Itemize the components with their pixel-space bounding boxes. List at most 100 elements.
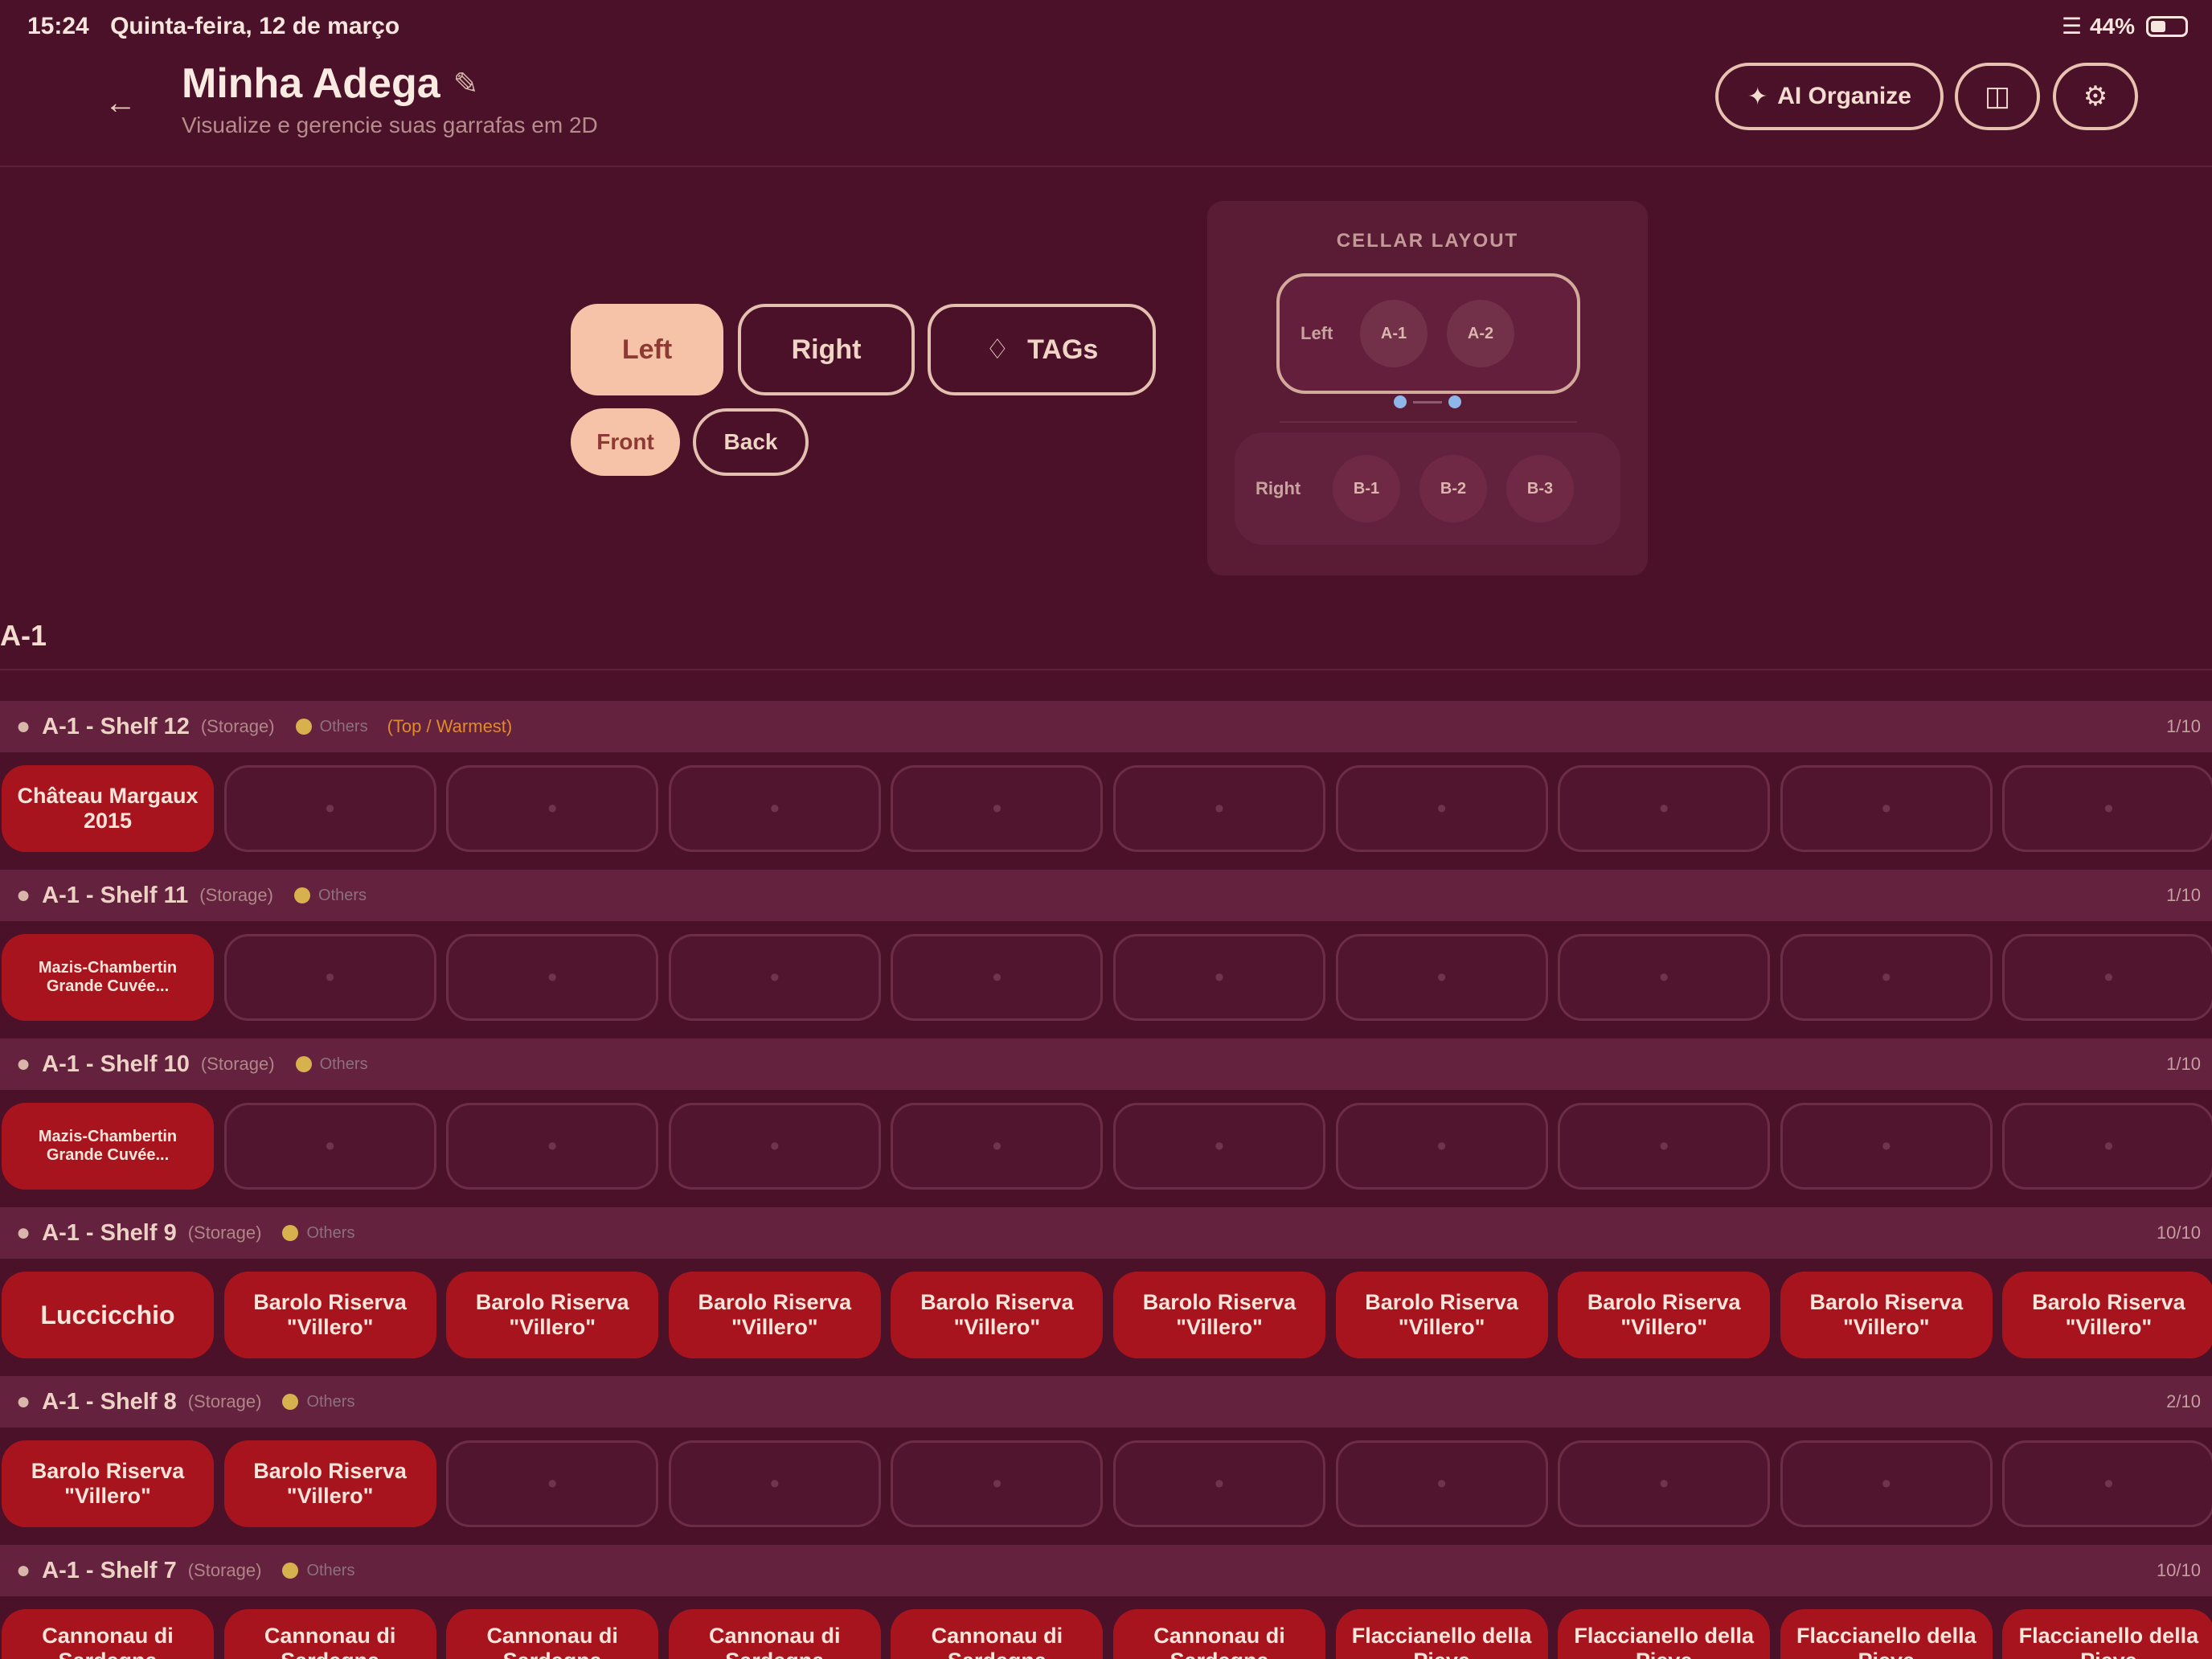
tag-dot-icon xyxy=(282,1563,299,1579)
layout-row-right[interactable]: Right B-1 B-2 B-3 xyxy=(1235,432,1620,545)
bottle-slot[interactable]: Barolo Riserva "Villero" xyxy=(2,1440,214,1527)
empty-slot[interactable]: • xyxy=(1113,1440,1325,1527)
shelf-type: (Storage) xyxy=(187,1560,262,1580)
bottle-placeholder-icon: • xyxy=(1881,1130,1891,1161)
empty-slot[interactable]: • xyxy=(446,934,659,1021)
empty-slot[interactable]: • xyxy=(1335,934,1548,1021)
bottle-slot[interactable]: Barolo Riserva "Villero" xyxy=(891,1272,1104,1358)
empty-slot[interactable]: • xyxy=(668,934,881,1021)
empty-slot[interactable]: • xyxy=(446,1440,659,1527)
empty-slot[interactable]: • xyxy=(891,765,1104,852)
shelf-name: A-1 - Shelf 12 xyxy=(42,713,190,739)
cube-button[interactable]: ◫ xyxy=(1955,63,2040,130)
empty-slot[interactable]: • xyxy=(2002,1103,2212,1190)
empty-slot[interactable]: • xyxy=(223,765,436,852)
empty-slot[interactable]: • xyxy=(668,1103,881,1190)
empty-slot[interactable]: • xyxy=(1558,1103,1771,1190)
empty-slot[interactable]: • xyxy=(668,765,881,852)
bottle-slot[interactable]: Cannonau di Sardegna xyxy=(668,1609,881,1659)
bottle-slot[interactable]: Barolo Riserva "Villero" xyxy=(2002,1272,2212,1358)
empty-slot[interactable]: • xyxy=(1335,765,1548,852)
empty-slot[interactable]: • xyxy=(1335,1103,1548,1190)
empty-slot[interactable]: • xyxy=(1558,765,1771,852)
empty-slot[interactable]: • xyxy=(1113,934,1325,1021)
empty-slot[interactable]: • xyxy=(2002,765,2212,852)
bottle-slot[interactable]: Cannonau di Sardegna xyxy=(446,1609,659,1659)
shelf-header[interactable]: ● A-1 - Shelf 10 (Storage) Others 1/10 xyxy=(0,1038,2212,1090)
empty-slot[interactable]: • xyxy=(1558,1440,1771,1527)
bottle-slot[interactable]: Flaccianello della Pieve xyxy=(1780,1609,1993,1659)
empty-slot[interactable]: • xyxy=(223,934,436,1021)
bottle-slot[interactable]: Cannonau di Sardegna xyxy=(1113,1609,1325,1659)
shelf-header[interactable]: ● A-1 - Shelf 12 (Storage) Others (Top / War… xyxy=(0,701,2212,752)
tab-tags[interactable]: ♢ TAGs xyxy=(928,304,1156,395)
empty-slot[interactable]: • xyxy=(446,1103,659,1190)
empty-slot[interactable]: • xyxy=(891,934,1104,1021)
empty-slot[interactable]: • xyxy=(1780,1103,1993,1190)
bottle-placeholder-icon: • xyxy=(547,1130,558,1161)
bottle-placeholder-icon: • xyxy=(992,961,1002,993)
empty-slot[interactable]: • xyxy=(1780,765,1993,852)
shelf-count: 1/10 xyxy=(2166,1054,2201,1074)
tag-icon: ♢ xyxy=(985,334,1010,365)
layout-unit-b2[interactable]: B-2 xyxy=(1419,455,1487,522)
bottle-slot[interactable]: Mazis-Chambertin Grande Cuvée... xyxy=(2,934,214,1021)
empty-slot[interactable]: • xyxy=(1113,765,1325,852)
empty-slot[interactable]: • xyxy=(2002,934,2212,1021)
bottle-slot[interactable]: Flaccianello della Pieve xyxy=(2002,1609,2212,1659)
bottle-slot[interactable]: Barolo Riserva "Villero" xyxy=(1113,1272,1325,1358)
back-arrow-icon[interactable]: ← xyxy=(96,79,145,127)
bottle-slot[interactable]: Barolo Riserva "Villero" xyxy=(223,1272,436,1358)
shelf-header[interactable]: ● A-1 - Shelf 9 (Storage) Others 10/10 xyxy=(0,1207,2212,1259)
empty-slot[interactable]: • xyxy=(1335,1440,1548,1527)
shelf-tag: Others xyxy=(306,1561,355,1579)
shelf-header[interactable]: ● A-1 - Shelf 8 (Storage) Others 2/10 xyxy=(0,1376,2212,1428)
empty-slot[interactable]: • xyxy=(891,1440,1104,1527)
bottle-placeholder-icon: • xyxy=(769,1130,780,1161)
bottle-slot[interactable]: Barolo Riserva "Villero" xyxy=(1780,1272,1993,1358)
tab-left[interactable]: Left xyxy=(571,304,723,395)
bottle-placeholder-icon: • xyxy=(1659,1468,1669,1499)
bottle-placeholder-icon: • xyxy=(769,793,780,824)
tab-front[interactable]: Front xyxy=(571,408,680,476)
bottle-placeholder-icon: • xyxy=(1881,793,1891,824)
section-title: A-1 xyxy=(0,619,47,652)
bottle-slot[interactable]: Cannonau di Sardegna xyxy=(223,1609,436,1659)
empty-slot[interactable]: • xyxy=(1780,934,1993,1021)
bottle-slot[interactable]: Flaccianello della Pieve xyxy=(1558,1609,1771,1659)
ai-organize-button[interactable]: ✦ AI Organize xyxy=(1715,63,1944,130)
layout-unit-b3[interactable]: B-3 xyxy=(1506,455,1574,522)
bottle-slot[interactable]: Barolo Riserva "Villero" xyxy=(446,1272,659,1358)
shelf-slots: Mazis-Chambertin Grande Cuvée... • • • • • • • •… xyxy=(0,1103,2212,1190)
bottle-slot[interactable]: Cannonau di Sardegna xyxy=(891,1609,1104,1659)
empty-slot[interactable]: • xyxy=(223,1103,436,1190)
empty-slot[interactable]: • xyxy=(446,765,659,852)
layout-unit-a2[interactable]: A-2 xyxy=(1447,300,1514,367)
shelf-header[interactable]: ● A-1 - Shelf 7 (Storage) Others 10/10 xyxy=(0,1545,2212,1596)
layout-row-left[interactable]: Left A-1 A-2 xyxy=(1276,273,1580,394)
empty-slot[interactable]: • xyxy=(668,1440,881,1527)
empty-slot[interactable]: • xyxy=(1780,1440,1993,1527)
bottle-slot[interactable]: Flaccianello della Pieve xyxy=(1335,1609,1548,1659)
tab-right[interactable]: Right xyxy=(738,304,915,395)
empty-slot[interactable]: • xyxy=(2002,1440,2212,1527)
bottle-slot[interactable]: Barolo Riserva "Villero" xyxy=(223,1440,436,1527)
bottle-slot[interactable]: Mazis-Chambertin Grande Cuvée... xyxy=(2,1103,214,1190)
empty-slot[interactable]: • xyxy=(1113,1103,1325,1190)
bottle-slot[interactable]: Château Margaux 2015 xyxy=(2,765,214,852)
empty-slot[interactable]: • xyxy=(1558,934,1771,1021)
layout-unit-b1[interactable]: B-1 xyxy=(1333,455,1400,522)
tab-back[interactable]: Back xyxy=(693,408,809,476)
bottle-slot[interactable]: Luccicchio xyxy=(2,1272,214,1358)
shelf-header[interactable]: ● A-1 - Shelf 11 (Storage) Others 1/10 xyxy=(0,870,2212,921)
bottle-slot[interactable]: Barolo Riserva "Villero" xyxy=(1558,1272,1771,1358)
section-divider xyxy=(0,669,2212,670)
bottle-slot[interactable]: Barolo Riserva "Villero" xyxy=(1335,1272,1548,1358)
status-date: Quinta-feira, 12 de março xyxy=(110,13,400,39)
layout-unit-a1[interactable]: A-1 xyxy=(1360,300,1428,367)
edit-icon[interactable]: ✎ xyxy=(453,66,479,102)
empty-slot[interactable]: • xyxy=(891,1103,1104,1190)
bottle-slot[interactable]: Cannonau di Sardegna xyxy=(2,1609,214,1659)
bottle-slot[interactable]: Barolo Riserva "Villero" xyxy=(668,1272,881,1358)
settings-button[interactable]: ⚙ xyxy=(2053,63,2138,130)
